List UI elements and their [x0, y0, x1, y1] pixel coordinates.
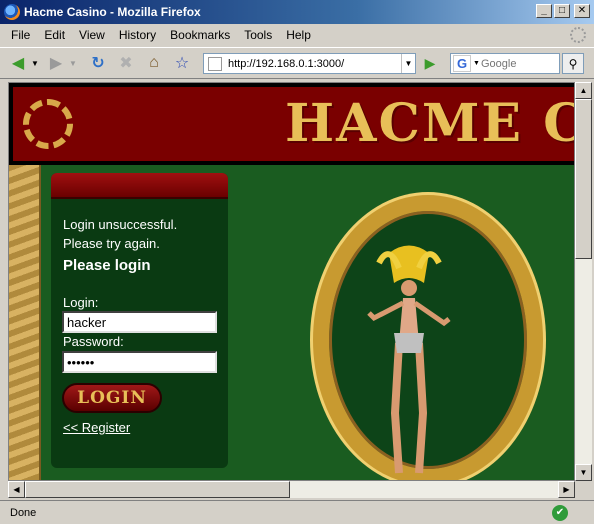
login-input[interactable] [62, 311, 217, 333]
close-button[interactable]: ✕ [574, 4, 590, 18]
secure-check-icon: ✔ [552, 504, 568, 521]
address-bar[interactable]: http://192.168.0.1:3000/ ▼ [203, 53, 416, 74]
minimize-button[interactable]: _ [536, 4, 552, 18]
throbber-icon [570, 27, 586, 43]
search-engine-dropdown-icon[interactable]: ▼ [473, 60, 481, 67]
window-controls: _ □ ✕ [536, 4, 590, 18]
status-bar: Done ✔ [0, 500, 594, 524]
menu-history[interactable]: History [112, 28, 163, 42]
navigation-toolbar: ◀ ▼ ▶ ▼ ↻ ✖ ⌂ ☆ http://192.168.0.1:3000/… [0, 47, 594, 79]
page-icon [208, 56, 222, 71]
go-arrow-icon[interactable]: ▶ [420, 53, 440, 73]
login-label: Login: [63, 295, 99, 310]
title-bar: Hacme Casino - Mozilla Firefox _ □ ✕ [0, 0, 594, 24]
laurel-wreath-logo [23, 99, 73, 149]
menu-view[interactable]: View [72, 28, 112, 42]
login-button[interactable]: LOGIN [62, 383, 162, 413]
showgirl-image [367, 245, 451, 474]
password-input[interactable] [62, 351, 217, 373]
scrollbar-corner [575, 481, 592, 498]
page-viewport: HACME CASINO Login unsuccessful. Please … [8, 82, 575, 481]
bookmark-star-icon[interactable]: ☆ [172, 53, 192, 73]
search-input[interactable] [481, 57, 559, 70]
google-icon[interactable]: G [453, 55, 471, 72]
gold-pillar-decoration [9, 165, 41, 480]
menu-file[interactable]: File [4, 28, 37, 42]
reload-icon[interactable]: ↻ [88, 53, 108, 73]
menu-edit[interactable]: Edit [37, 28, 72, 42]
banner-title: HACME CASINO [285, 93, 574, 154]
home-icon[interactable]: ⌂ [144, 53, 164, 73]
register-link[interactable]: << Register [63, 420, 130, 435]
horizontal-scrollbar[interactable]: ◀ ▶ [8, 481, 575, 498]
url-dropdown-icon[interactable]: ▼ [401, 54, 415, 73]
menu-tools[interactable]: Tools [237, 28, 279, 42]
url-text[interactable]: http://192.168.0.1:3000/ [228, 58, 401, 70]
horizontal-scroll-thumb[interactable] [25, 481, 290, 498]
window-title: Hacme Casino - Mozilla Firefox [24, 5, 201, 19]
scroll-down-icon[interactable]: ▼ [575, 464, 592, 481]
forward-arrow-icon[interactable]: ▶ [46, 53, 66, 73]
login-panel: Login unsuccessful. Please try again. Pl… [51, 173, 228, 468]
forward-dropdown-icon[interactable]: ▼ [68, 53, 78, 73]
vertical-scrollbar[interactable]: ▲ ▼ [575, 82, 592, 481]
menu-bar: File Edit View History Bookmarks Tools H… [0, 25, 594, 45]
maximize-button[interactable]: □ [554, 4, 570, 18]
status-text: Done [10, 506, 37, 519]
scroll-up-icon[interactable]: ▲ [575, 82, 592, 99]
scroll-right-icon[interactable]: ▶ [558, 481, 575, 498]
back-dropdown-icon[interactable]: ▼ [30, 53, 40, 73]
login-heading: Please login [63, 257, 151, 274]
scroll-left-icon[interactable]: ◀ [8, 481, 25, 498]
back-arrow-icon[interactable]: ◀ [8, 53, 28, 73]
stop-icon[interactable]: ✖ [116, 53, 136, 73]
casino-banner: HACME CASINO [9, 83, 574, 165]
menu-help[interactable]: Help [279, 28, 318, 42]
search-box[interactable]: G ▼ [450, 53, 560, 74]
login-panel-header [51, 173, 228, 199]
search-magnifier-icon[interactable]: ⚲ [562, 53, 584, 74]
vertical-scroll-thumb[interactable] [575, 99, 592, 259]
password-label: Password: [63, 334, 124, 349]
menu-bookmarks[interactable]: Bookmarks [163, 28, 237, 42]
login-error-message: Login unsuccessful. Please try again. [63, 217, 178, 251]
firefox-icon [4, 4, 20, 20]
